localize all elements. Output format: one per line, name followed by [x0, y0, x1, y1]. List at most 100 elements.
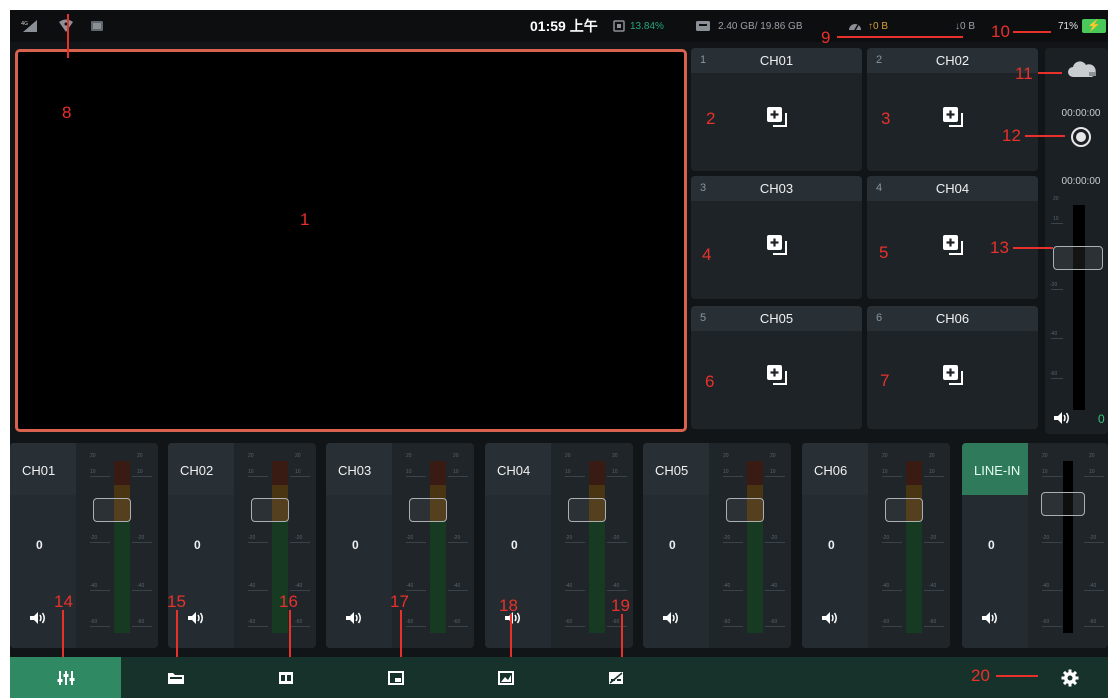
tile-name: CH03: [759, 181, 794, 196]
tick-mark: [882, 476, 902, 477]
add-source-icon[interactable]: [766, 234, 788, 261]
strip-name[interactable]: CH01: [10, 443, 76, 495]
annotation-leader: [62, 610, 64, 657]
add-source-icon[interactable]: [766, 106, 788, 133]
annotation-label: 14: [54, 592, 73, 611]
tick-mark: [448, 476, 468, 477]
volume-icon[interactable]: [29, 611, 47, 630]
tick-mark: [1084, 626, 1104, 627]
program-preview[interactable]: [15, 49, 687, 432]
master-fader-knob[interactable]: [1053, 246, 1103, 270]
strip-name[interactable]: CH04: [485, 443, 551, 495]
strip-name[interactable]: CH02: [168, 443, 234, 495]
tick-label: -20: [612, 535, 620, 541]
settings-button[interactable]: [1050, 657, 1090, 698]
tick-mark: [924, 626, 944, 627]
strip-name[interactable]: CH03: [326, 443, 392, 495]
annotation-leader: [67, 14, 69, 58]
tick-label: -20: [1050, 282, 1058, 288]
strip-name[interactable]: CH05: [643, 443, 709, 495]
level-meter: [430, 461, 446, 633]
volume-icon[interactable]: [662, 611, 680, 630]
add-source-icon[interactable]: [942, 106, 964, 133]
channel-tile-ch06[interactable]: 6 CH06: [867, 306, 1038, 429]
level-meter: [747, 461, 763, 633]
volume-icon[interactable]: [187, 611, 205, 630]
media-tab[interactable]: [121, 657, 231, 698]
tick-label: 10: [406, 469, 412, 475]
tick-label: -40: [137, 583, 145, 589]
channel-tile-ch05[interactable]: 5 CH05: [691, 306, 862, 429]
tick-label: -20: [248, 535, 256, 541]
tick-mark: [607, 476, 627, 477]
annotation-label: 6: [705, 372, 715, 391]
fader-knob[interactable]: [251, 498, 289, 522]
strip-controls: LINE-IN 0: [962, 443, 1028, 648]
tick-label: 10: [248, 469, 254, 475]
tick-mark: [290, 626, 310, 627]
annotation-leader: [1013, 31, 1051, 33]
tick-mark: [565, 590, 585, 591]
tick-label: 10: [1089, 469, 1095, 475]
record-button[interactable]: [1071, 127, 1091, 147]
strip-gain: 0: [988, 538, 995, 552]
tick-mark: [765, 626, 785, 627]
fader-knob[interactable]: [1041, 492, 1085, 516]
master-fader-track[interactable]: [1073, 205, 1085, 410]
tick-mark: [448, 626, 468, 627]
channel-tile-ch04[interactable]: 4 CH04: [867, 176, 1038, 299]
strip-gain: 0: [669, 538, 676, 552]
fader-knob[interactable]: [726, 498, 764, 522]
tick-label: -20: [1089, 535, 1097, 541]
tick-mark: [132, 542, 152, 543]
tick-label: -40: [565, 583, 573, 589]
add-source-icon[interactable]: [766, 364, 788, 391]
annotation-leader: [996, 675, 1038, 677]
annotation-label: 11: [1015, 64, 1033, 83]
add-source-icon[interactable]: [942, 234, 964, 261]
volume-icon[interactable]: [981, 611, 999, 630]
channel-tile-ch01[interactable]: 1 CH01: [691, 48, 862, 171]
overlay-tab[interactable]: [451, 657, 561, 698]
tick-mark: [1051, 289, 1063, 290]
add-source-icon[interactable]: [942, 364, 964, 391]
volume-icon[interactable]: [1053, 411, 1071, 430]
tick-mark: [1084, 590, 1104, 591]
tick-label: 20: [565, 453, 571, 459]
mixer-strip-line-in: LINE-IN 0 20 20 10 10 -20 -20 -40 -40 -60 -60: [962, 443, 1108, 648]
fader-knob[interactable]: [93, 498, 131, 522]
level-meter: [1063, 461, 1073, 633]
tick-label: -40: [406, 583, 414, 589]
volume-icon[interactable]: [821, 611, 839, 630]
cloud-stream-icon[interactable]: [1067, 60, 1097, 83]
channel-tile-ch03[interactable]: 3 CH03: [691, 176, 862, 299]
fader-knob[interactable]: [568, 498, 606, 522]
tile-header: 4 CH04: [867, 176, 1038, 201]
tick-label: 10: [882, 469, 888, 475]
tick-label: -40: [1050, 331, 1058, 337]
fader-knob[interactable]: [885, 498, 923, 522]
tile-name: CH06: [935, 311, 970, 326]
channel-tile-ch02[interactable]: 2 CH02: [867, 48, 1038, 171]
strip-name[interactable]: LINE-IN: [962, 443, 1028, 495]
subtitle-tab[interactable]: [561, 657, 671, 698]
pip-tab[interactable]: [341, 657, 451, 698]
tick-mark: [882, 626, 902, 627]
strip-name[interactable]: CH06: [802, 443, 868, 495]
mixer-tab[interactable]: [10, 657, 121, 698]
battery-level: 71%: [1058, 20, 1079, 32]
memory-usage: 2.40 GB/ 19.86 GB: [718, 20, 803, 32]
annotation-label: 9: [821, 28, 831, 47]
tick-mark: [565, 476, 585, 477]
tick-label: -40: [295, 583, 303, 589]
layout-tab[interactable]: [231, 657, 341, 698]
tick-label: 20: [1089, 453, 1095, 459]
annotation-leader: [289, 610, 291, 657]
volume-icon[interactable]: [345, 611, 363, 630]
mixer-strip-ch04: CH04 0 20 20 10 10 -20 -20 -40 -40 -60 -60: [485, 443, 633, 648]
tick-mark: [565, 626, 585, 627]
tick-label: -20: [406, 535, 414, 541]
bottom-toolbar: [10, 657, 1108, 698]
record-time: 00:00:00: [1061, 176, 1101, 187]
fader-knob[interactable]: [409, 498, 447, 522]
